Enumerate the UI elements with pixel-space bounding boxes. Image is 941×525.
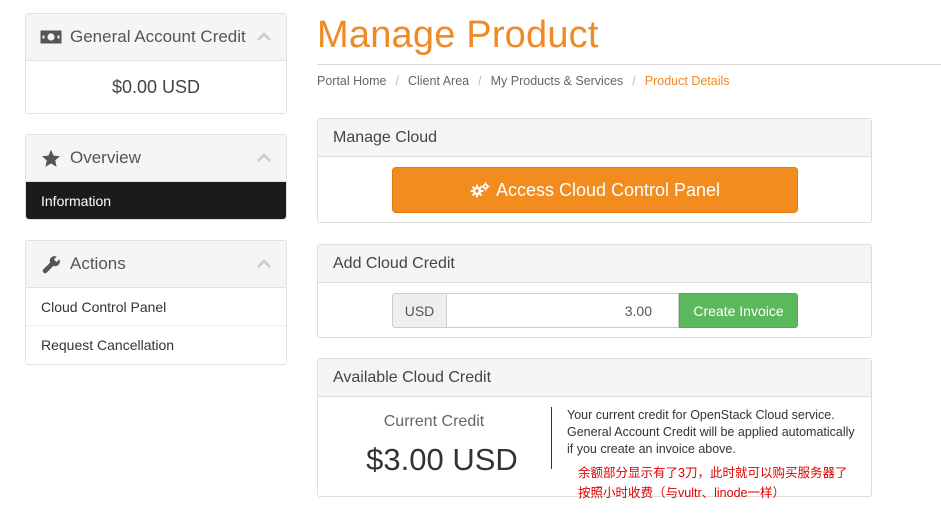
chevron-up-icon[interactable] [256,148,272,168]
breadcrumb-my-products[interactable]: My Products & Services [491,74,624,88]
breadcrumb-separator: / [395,74,399,88]
annotation-line-1: 余额部分显示有了3刀，此时就可以购买服务器了 [578,466,848,480]
sidebar-item-request-cancellation[interactable]: Request Cancellation [26,326,286,364]
chevron-up-icon[interactable] [256,27,272,47]
breadcrumb-product-details: Product Details [644,74,730,88]
add-cloud-credit-card: Add Cloud Credit USD Create Invoice [317,244,872,338]
sidebar-item-cloud-control-panel[interactable]: Cloud Control Panel [26,288,286,326]
currency-addon: USD [392,293,447,328]
access-cloud-control-panel-label: Access Cloud Control Panel [495,179,721,200]
star-icon [40,149,62,167]
credit-input-group: USD Create Invoice [392,293,798,328]
actions-header[interactable]: Actions [26,241,286,288]
manage-cloud-card: Manage Cloud Access Cloud Control Panel [317,118,872,223]
account-credit-amount: $0.00 USD [111,76,201,97]
credit-amount-input[interactable] [447,293,679,328]
current-credit-label: Current Credit [383,413,485,430]
add-cloud-credit-heading: Add Cloud Credit [318,245,871,283]
overview-title: Overview [70,148,141,167]
cogs-icon [470,182,490,198]
breadcrumb: Portal Home / Client Area / My Products … [317,74,730,88]
wrench-icon [40,255,62,273]
breadcrumb-portal-home[interactable]: Portal Home [317,74,386,88]
money-icon [40,28,62,46]
breadcrumb-separator: / [478,74,482,88]
account-credit-header[interactable]: General Account Credit [26,14,286,61]
overview-panel: Overview Information [25,134,287,220]
available-cloud-credit-card: Available Cloud Credit Current Credit $3… [317,358,872,500]
sidebar-item-information[interactable]: Information [26,182,286,219]
actions-panel: Actions Cloud Control Panel Request Canc… [25,240,287,365]
current-credit-block: Current Credit $3.00 USD [318,397,550,497]
actions-title: Actions [70,254,126,273]
available-cloud-credit-heading: Available Cloud Credit [318,359,871,397]
current-credit-value: $3.00 USD [366,442,518,477]
breadcrumb-separator: / [632,74,636,88]
account-credit-panel: General Account Credit $0.00 USD [25,13,287,114]
chevron-up-icon[interactable] [256,254,272,274]
breadcrumb-client-area[interactable]: Client Area [408,74,469,88]
title-divider [317,64,941,65]
annotation-line-2: 按照小时收费（与vultr、linode一样） [578,486,785,500]
access-cloud-control-panel-button[interactable]: Access Cloud Control Panel [392,167,798,213]
manage-cloud-heading: Manage Cloud [318,119,871,157]
account-credit-title: General Account Credit [70,27,246,46]
page-title: Manage Product [317,14,599,56]
credit-divider [551,407,552,469]
credit-description: Your current credit for OpenStack Cloud … [567,408,855,456]
create-invoice-button[interactable]: Create Invoice [679,293,798,328]
overview-header[interactable]: Overview [26,135,286,182]
